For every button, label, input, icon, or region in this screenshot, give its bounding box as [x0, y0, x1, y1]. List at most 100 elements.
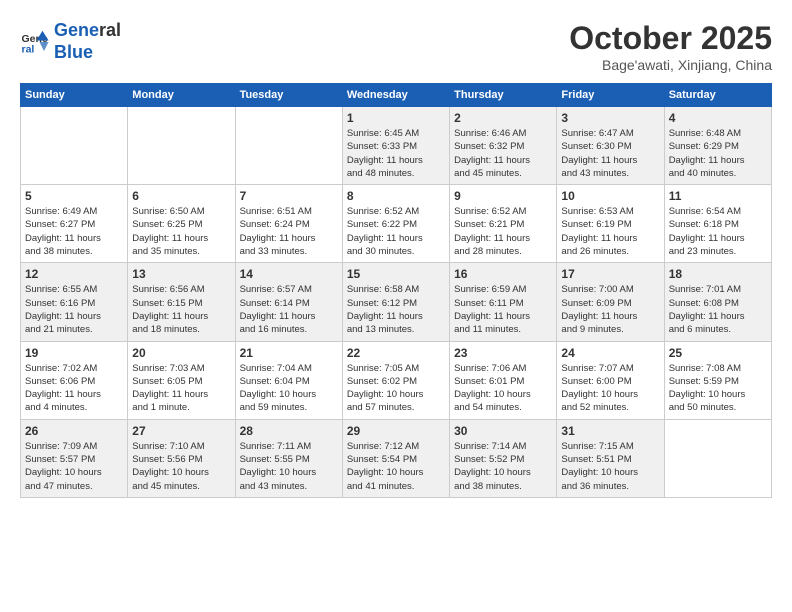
day-info: Sunrise: 6:59 AM Sunset: 6:11 PM Dayligh…: [454, 283, 552, 336]
day-info: Sunrise: 7:02 AM Sunset: 6:06 PM Dayligh…: [25, 362, 123, 415]
calendar-cell: [235, 107, 342, 185]
day-info: Sunrise: 6:54 AM Sunset: 6:18 PM Dayligh…: [669, 205, 767, 258]
day-info: Sunrise: 6:46 AM Sunset: 6:32 PM Dayligh…: [454, 127, 552, 180]
calendar-week-4: 19 Sunrise: 7:02 AM Sunset: 6:06 PM Dayli…: [21, 341, 772, 419]
day-info: Sunrise: 6:56 AM Sunset: 6:15 PM Dayligh…: [132, 283, 230, 336]
day-number: 17: [561, 267, 659, 281]
calendar-cell: 9 Sunrise: 6:52 AM Sunset: 6:21 PM Daylig…: [450, 185, 557, 263]
day-number: 24: [561, 346, 659, 360]
weekday-header-wednesday: Wednesday: [342, 84, 449, 107]
day-number: 23: [454, 346, 552, 360]
calendar-cell: 22Sunrise: 7:05 AM Sunset: 6:02 PM Dayli…: [342, 341, 449, 419]
calendar-cell: 5Sunrise: 6:49 AM Sunset: 6:27 PM Daylig…: [21, 185, 128, 263]
calendar-week-1: 1 Sunrise: 6:45 AM Sunset: 6:33 PM Daylig…: [21, 107, 772, 185]
day-number: 14: [240, 267, 338, 281]
calendar-cell: 24Sunrise: 7:07 AM Sunset: 6:00 PM Dayli…: [557, 341, 664, 419]
day-number: 21: [240, 346, 338, 360]
day-info: Sunrise: 7:08 AM Sunset: 5:59 PM Dayligh…: [669, 362, 767, 415]
calendar-cell: 6Sunrise: 6:50 AM Sunset: 6:25 PM Daylig…: [128, 185, 235, 263]
day-number: 19: [25, 346, 123, 360]
calendar-week-5: 26 Sunrise: 7:09 AM Sunset: 5:57 PM Dayli…: [21, 419, 772, 497]
page-header: Gene ral General Blue October 2025 Bage'…: [20, 20, 772, 73]
calendar-cell: 1 Sunrise: 6:45 AM Sunset: 6:33 PM Daylig…: [342, 107, 449, 185]
calendar-cell: 2Sunrise: 6:46 AM Sunset: 6:32 PM Daylig…: [450, 107, 557, 185]
day-number: 11: [669, 189, 767, 203]
calendar-cell: 26 Sunrise: 7:09 AM Sunset: 5:57 PM Dayli…: [21, 419, 128, 497]
calendar-cell: 27Sunrise: 7:10 AM Sunset: 5:56 PM Dayli…: [128, 419, 235, 497]
day-info: Sunrise: 6:48 AM Sunset: 6:29 PM Dayligh…: [669, 127, 767, 180]
weekday-header-friday: Friday: [557, 84, 664, 107]
calendar-cell: 23 Sunrise: 7:06 AM Sunset: 6:01 PM Dayli…: [450, 341, 557, 419]
weekday-header-sunday: Sunday: [21, 84, 128, 107]
day-number: 31: [561, 424, 659, 438]
day-info: Sunrise: 6:47 AM Sunset: 6:30 PM Dayligh…: [561, 127, 659, 180]
calendar-cell: [128, 107, 235, 185]
day-info: Sunrise: 6:57 AM Sunset: 6:14 PM Dayligh…: [240, 283, 338, 336]
calendar-cell: 25 Sunrise: 7:08 AM Sunset: 5:59 PM Dayli…: [664, 341, 771, 419]
calendar-cell: 10 Sunrise: 6:53 AM Sunset: 6:19 PM Dayli…: [557, 185, 664, 263]
calendar-week-2: 5Sunrise: 6:49 AM Sunset: 6:27 PM Daylig…: [21, 185, 772, 263]
calendar-cell: 30 Sunrise: 7:14 AM Sunset: 5:52 PM Dayli…: [450, 419, 557, 497]
day-info: Sunrise: 7:11 AM Sunset: 5:55 PM Dayligh…: [240, 440, 338, 493]
day-info: Sunrise: 7:01 AM Sunset: 6:08 PM Dayligh…: [669, 283, 767, 336]
calendar-cell: 12Sunrise: 6:55 AM Sunset: 6:16 PM Dayli…: [21, 263, 128, 341]
day-number: 18: [669, 267, 767, 281]
day-number: 12: [25, 267, 123, 281]
calendar-cell: 21 Sunrise: 7:04 AM Sunset: 6:04 PM Dayli…: [235, 341, 342, 419]
weekday-header-saturday: Saturday: [664, 84, 771, 107]
day-number: 30: [454, 424, 552, 438]
day-number: 3: [561, 111, 659, 125]
day-number: 15: [347, 267, 445, 281]
day-info: Sunrise: 6:58 AM Sunset: 6:12 PM Dayligh…: [347, 283, 445, 336]
day-info: Sunrise: 7:06 AM Sunset: 6:01 PM Dayligh…: [454, 362, 552, 415]
day-info: Sunrise: 6:52 AM Sunset: 6:22 PM Dayligh…: [347, 205, 445, 258]
day-info: Sunrise: 7:03 AM Sunset: 6:05 PM Dayligh…: [132, 362, 230, 415]
month-title: October 2025: [569, 20, 772, 57]
day-info: Sunrise: 7:09 AM Sunset: 5:57 PM Dayligh…: [25, 440, 123, 493]
calendar-cell: [21, 107, 128, 185]
calendar-table: SundayMondayTuesdayWednesdayThursdayFrid…: [20, 83, 772, 498]
day-number: 9: [454, 189, 552, 203]
day-number: 16: [454, 267, 552, 281]
calendar-cell: 16 Sunrise: 6:59 AM Sunset: 6:11 PM Dayli…: [450, 263, 557, 341]
day-info: Sunrise: 7:10 AM Sunset: 5:56 PM Dayligh…: [132, 440, 230, 493]
day-number: 1: [347, 111, 445, 125]
day-info: Sunrise: 7:12 AM Sunset: 5:54 PM Dayligh…: [347, 440, 445, 493]
day-info: Sunrise: 7:00 AM Sunset: 6:09 PM Dayligh…: [561, 283, 659, 336]
calendar-cell: [664, 419, 771, 497]
svg-text:ral: ral: [22, 43, 35, 55]
day-number: 25: [669, 346, 767, 360]
logo: Gene ral General Blue: [20, 20, 121, 63]
day-number: 5: [25, 189, 123, 203]
weekday-header-tuesday: Tuesday: [235, 84, 342, 107]
calendar-cell: 4Sunrise: 6:48 AM Sunset: 6:29 PM Daylig…: [664, 107, 771, 185]
weekday-header-monday: Monday: [128, 84, 235, 107]
day-number: 10: [561, 189, 659, 203]
calendar-cell: 28 Sunrise: 7:11 AM Sunset: 5:55 PM Dayli…: [235, 419, 342, 497]
logo-text-line1: General: [54, 20, 121, 42]
day-info: Sunrise: 7:04 AM Sunset: 6:04 PM Dayligh…: [240, 362, 338, 415]
calendar-cell: 29 Sunrise: 7:12 AM Sunset: 5:54 PM Dayli…: [342, 419, 449, 497]
day-number: 7: [240, 189, 338, 203]
calendar-cell: 20Sunrise: 7:03 AM Sunset: 6:05 PM Dayli…: [128, 341, 235, 419]
day-info: Sunrise: 7:15 AM Sunset: 5:51 PM Dayligh…: [561, 440, 659, 493]
day-number: 29: [347, 424, 445, 438]
calendar-cell: 18 Sunrise: 7:01 AM Sunset: 6:08 PM Dayli…: [664, 263, 771, 341]
day-info: Sunrise: 6:45 AM Sunset: 6:33 PM Dayligh…: [347, 127, 445, 180]
day-number: 28: [240, 424, 338, 438]
title-area: October 2025 Bage'awati, Xinjiang, China: [569, 20, 772, 73]
day-info: Sunrise: 6:52 AM Sunset: 6:21 PM Dayligh…: [454, 205, 552, 258]
day-number: 22: [347, 346, 445, 360]
weekday-header-row: SundayMondayTuesdayWednesdayThursdayFrid…: [21, 84, 772, 107]
calendar-cell: 14 Sunrise: 6:57 AM Sunset: 6:14 PM Dayli…: [235, 263, 342, 341]
day-info: Sunrise: 7:14 AM Sunset: 5:52 PM Dayligh…: [454, 440, 552, 493]
day-info: Sunrise: 6:53 AM Sunset: 6:19 PM Dayligh…: [561, 205, 659, 258]
calendar-cell: 17 Sunrise: 7:00 AM Sunset: 6:09 PM Dayli…: [557, 263, 664, 341]
calendar-cell: 31 Sunrise: 7:15 AM Sunset: 5:51 PM Dayli…: [557, 419, 664, 497]
day-info: Sunrise: 6:50 AM Sunset: 6:25 PM Dayligh…: [132, 205, 230, 258]
calendar-cell: 19 Sunrise: 7:02 AM Sunset: 6:06 PM Dayli…: [21, 341, 128, 419]
logo-text-line2: Blue: [54, 42, 121, 64]
day-number: 13: [132, 267, 230, 281]
calendar-cell: 7Sunrise: 6:51 AM Sunset: 6:24 PM Daylig…: [235, 185, 342, 263]
day-number: 26: [25, 424, 123, 438]
